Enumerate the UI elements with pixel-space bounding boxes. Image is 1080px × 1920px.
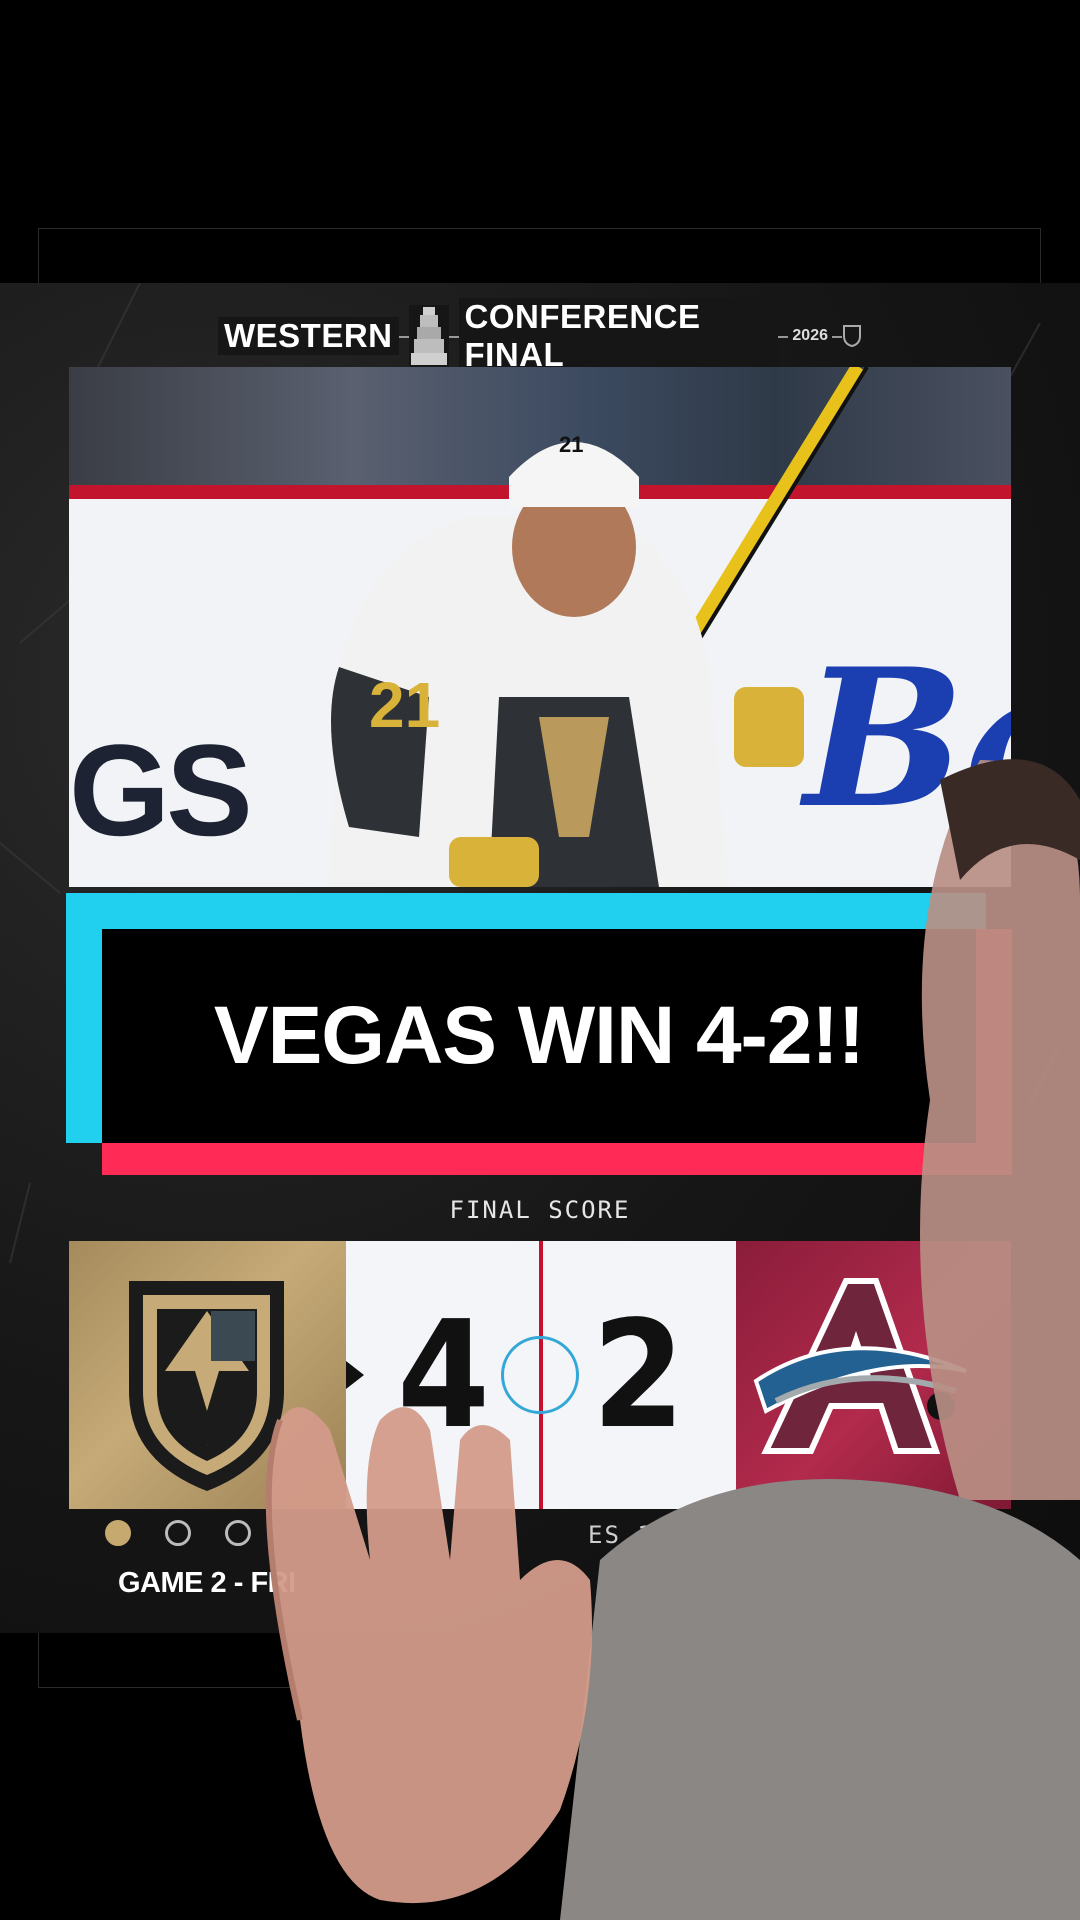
carousel-dots[interactable] [105, 1520, 251, 1546]
carousel-dot-1[interactable] [105, 1520, 131, 1546]
headline-text: VEGAS WIN 4-2!! [213, 990, 865, 1081]
network-label: PO [600, 1567, 642, 1599]
series-header: WESTERN CONFERENCE FINAL 2026 [218, 298, 862, 374]
game-card: WESTERN CONFERENCE FINAL 2026 GS Ball [0, 283, 1080, 1633]
final-score-label: FINAL SCORE [449, 1196, 631, 1224]
header-conference-final: CONFERENCE FINAL [458, 298, 779, 374]
nhl-shield-icon [842, 324, 862, 348]
header-year: 2026 [788, 327, 832, 345]
scoreboard: 4 2 [69, 1241, 1011, 1509]
stanley-cup-icon [408, 305, 449, 367]
svg-text:21: 21 [559, 432, 583, 457]
winner-arrow-icon [346, 1361, 364, 1389]
away-team-panel [736, 1241, 1011, 1509]
faceoff-circle [501, 1336, 579, 1414]
ice-score-panel: 4 2 [346, 1241, 736, 1509]
vegas-golden-knights-logo [129, 1281, 284, 1491]
player-photo: GS Ball 21 21 [69, 367, 1011, 887]
carousel-dot-3[interactable] [225, 1520, 251, 1546]
series-status: ES 1-0 [588, 1521, 687, 1549]
home-team-panel [69, 1241, 346, 1509]
carousel-dot-2[interactable] [165, 1520, 191, 1546]
headline-banner: VEGAS WIN 4-2!! [66, 893, 1012, 1175]
game-info: GAME 2 - FRI [118, 1567, 296, 1599]
svg-text:21: 21 [369, 669, 440, 741]
celebrating-player: 21 21 [329, 367, 869, 887]
header-western: WESTERN [218, 317, 399, 355]
banner-box: VEGAS WIN 4-2!! [102, 929, 976, 1143]
colorado-avalanche-logo [753, 1278, 967, 1454]
